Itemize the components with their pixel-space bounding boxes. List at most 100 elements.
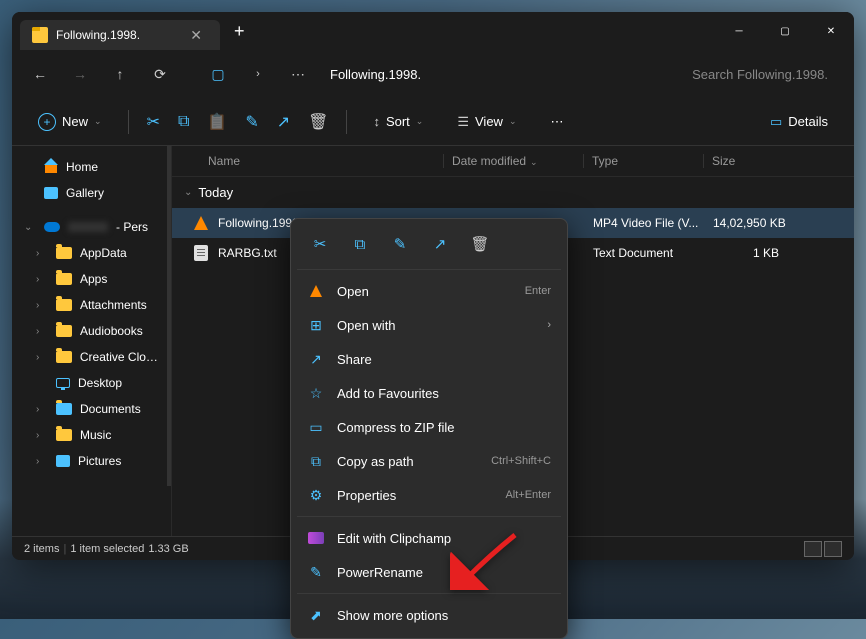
- chevron-right-icon[interactable]: ›: [36, 456, 48, 467]
- sidebar-item-gallery[interactable]: Gallery: [16, 180, 167, 206]
- txt-icon: [192, 244, 210, 262]
- address-bar[interactable]: Following.1998.: [330, 67, 688, 82]
- menu-favourites[interactable]: ☆ Add to Favourites: [297, 376, 561, 410]
- annotation-arrow: [450, 530, 520, 595]
- menu-more-options[interactable]: ⬈ Show more options: [297, 598, 561, 632]
- chevron-right-icon[interactable]: ›: [36, 430, 48, 441]
- column-date[interactable]: Date modified⌄: [443, 154, 583, 168]
- menu-properties[interactable]: ⚙ Properties Alt+Enter: [297, 478, 561, 512]
- chevron-right-icon[interactable]: ›: [36, 404, 48, 415]
- clipchamp-icon: [307, 529, 325, 547]
- sidebar-item-home[interactable]: Home: [16, 154, 167, 180]
- desktop-icon: [56, 378, 70, 388]
- file-type: Text Document: [585, 246, 705, 260]
- sidebar-item-apps[interactable]: › Apps: [16, 266, 167, 292]
- sidebar: Home Gallery ⌄ - Pers › AppData › Apps ›: [12, 146, 172, 536]
- search-input[interactable]: Search Following.1998.: [692, 67, 828, 82]
- address-text: Following.1998.: [330, 67, 421, 82]
- cut-button[interactable]: ✂: [303, 229, 337, 259]
- chevron-right-icon[interactable]: ›: [36, 300, 48, 311]
- sidebar-item-creativecloud[interactable]: › Creative Cloud: [16, 344, 167, 370]
- menu-powerrename[interactable]: ✎ PowerRename: [297, 555, 561, 589]
- menu-clipchamp[interactable]: Edit with Clipchamp: [297, 521, 561, 555]
- details-button[interactable]: ▭ Details: [762, 108, 836, 136]
- folder-icon: [56, 351, 72, 363]
- sidebar-scrollbar[interactable]: [167, 146, 171, 486]
- cut-button[interactable]: ✂: [147, 112, 160, 132]
- forward-button[interactable]: →: [62, 56, 98, 92]
- share-icon: ↗: [307, 350, 325, 368]
- chevron-right-icon: ›: [547, 319, 551, 331]
- chevron-right-icon[interactable]: ›: [36, 274, 48, 285]
- delete-button[interactable]: 🗑: [308, 112, 328, 132]
- sidebar-item-pictures[interactable]: › Pictures: [16, 448, 167, 474]
- home-icon: [44, 161, 58, 173]
- sidebar-item-desktop[interactable]: Desktop: [16, 370, 167, 396]
- paste-button[interactable]: 📋: [207, 112, 227, 132]
- menu-compress[interactable]: ▭ Compress to ZIP file: [297, 410, 561, 444]
- refresh-button[interactable]: ⟳: [142, 56, 178, 92]
- view-details-button[interactable]: [824, 541, 842, 557]
- pictures-icon: [56, 455, 70, 467]
- view-list-button[interactable]: [804, 541, 822, 557]
- sort-button[interactable]: ↕ Sort ⌄: [365, 108, 431, 135]
- copy-button[interactable]: ⧉: [178, 113, 189, 131]
- copy-button[interactable]: ⧉: [343, 229, 377, 259]
- menu-open[interactable]: Open Enter: [297, 274, 561, 308]
- star-icon: ☆: [307, 384, 325, 402]
- more-options-icon: ⬈: [307, 606, 325, 624]
- view-button[interactable]: ☰ View ⌄: [449, 108, 524, 136]
- vlc-icon: [192, 214, 210, 232]
- navbar: ← → ↑ ⟳ ▢ › ⋯ Following.1998. Search Fol…: [12, 50, 854, 98]
- new-tab-button[interactable]: +: [220, 21, 259, 42]
- maximize-button[interactable]: ▢: [762, 12, 808, 50]
- sidebar-item-music[interactable]: › Music: [16, 422, 167, 448]
- sidebar-item-appdata[interactable]: › AppData: [16, 240, 167, 266]
- gallery-icon: [44, 187, 58, 199]
- column-type[interactable]: Type: [583, 154, 703, 168]
- folder-icon: [32, 27, 48, 43]
- column-size[interactable]: Size: [703, 154, 735, 168]
- sidebar-item-documents[interactable]: › Documents: [16, 396, 167, 422]
- close-tab-button[interactable]: ✕: [184, 25, 208, 46]
- breadcrumb-more-icon[interactable]: ⋯: [280, 56, 316, 92]
- open-with-icon: ⊞: [307, 316, 325, 334]
- toolbar: + New ⌄ ✂ ⧉ 📋 ✎ ↗ 🗑 ↕ Sort ⌄ ☰ View ⌄ ⋯ …: [12, 98, 854, 146]
- column-name[interactable]: Name: [188, 154, 443, 168]
- new-button[interactable]: + New ⌄: [30, 107, 110, 137]
- sidebar-item-audiobooks[interactable]: › Audiobooks: [16, 318, 167, 344]
- breadcrumb-chevron-icon[interactable]: ›: [240, 56, 276, 92]
- menu-copy-path[interactable]: ⧉ Copy as path Ctrl+Shift+C: [297, 444, 561, 478]
- shortcut-label: Enter: [525, 285, 551, 297]
- properties-icon: ⚙: [307, 486, 325, 504]
- chevron-right-icon[interactable]: ›: [36, 248, 48, 259]
- context-menu: ✂ ⧉ ✎ ↗ 🗑 Open Enter ⊞ Open with › ↗ Sha…: [290, 218, 568, 639]
- chevron-right-icon[interactable]: ›: [36, 352, 48, 363]
- share-button[interactable]: ↗: [277, 112, 290, 132]
- sidebar-item-attachments[interactable]: › Attachments: [16, 292, 167, 318]
- rename-button[interactable]: ✎: [383, 229, 417, 259]
- share-button[interactable]: ↗: [423, 229, 457, 259]
- rename-button[interactable]: ✎: [245, 112, 258, 132]
- close-button[interactable]: ✕: [808, 12, 854, 50]
- titlebar: Following.1998. ✕ + ─ ▢ ✕: [12, 12, 854, 50]
- delete-button[interactable]: 🗑: [463, 229, 497, 259]
- menu-share[interactable]: ↗ Share: [297, 342, 561, 376]
- back-button[interactable]: ←: [22, 56, 58, 92]
- group-header[interactable]: ⌄ Today: [172, 177, 854, 208]
- pc-icon[interactable]: ▢: [200, 56, 236, 92]
- minimize-button[interactable]: ─: [716, 12, 762, 50]
- selection-info: 1 item selected: [70, 543, 144, 555]
- tab[interactable]: Following.1998. ✕: [20, 20, 220, 50]
- up-button[interactable]: ↑: [102, 56, 138, 92]
- window-controls: ─ ▢ ✕: [716, 12, 854, 50]
- zip-icon: ▭: [307, 418, 325, 436]
- file-size: 1 KB: [705, 246, 779, 260]
- menu-open-with[interactable]: ⊞ Open with ›: [297, 308, 561, 342]
- more-button[interactable]: ⋯: [543, 108, 572, 136]
- sidebar-item-onedrive[interactable]: ⌄ - Pers: [16, 214, 167, 240]
- chevron-down-icon[interactable]: ⌄: [24, 222, 36, 233]
- folder-icon: [56, 429, 72, 441]
- shortcut-label: Ctrl+Shift+C: [491, 455, 551, 467]
- chevron-right-icon[interactable]: ›: [36, 326, 48, 337]
